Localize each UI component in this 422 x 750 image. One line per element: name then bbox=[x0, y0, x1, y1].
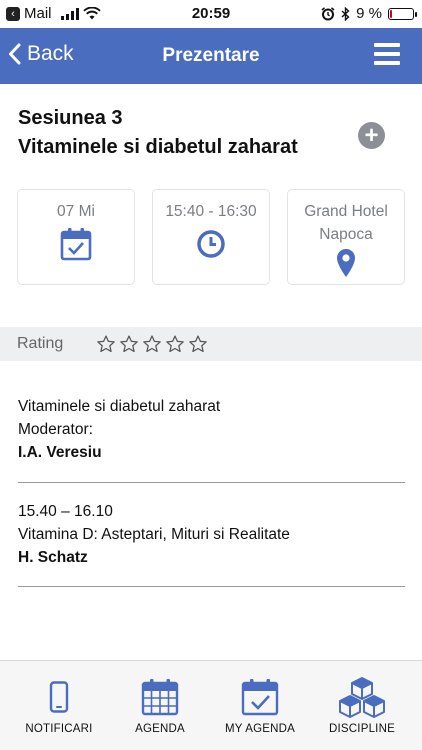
status-bar: ‹ Mail 20:59 9 % bbox=[0, 0, 422, 28]
status-right: 9 % bbox=[321, 5, 417, 22]
session-number: Sesiunea 3 bbox=[18, 107, 123, 129]
hamburger-menu-icon[interactable] bbox=[374, 43, 400, 65]
bluetooth-icon bbox=[341, 6, 350, 21]
divider bbox=[18, 482, 405, 483]
calendar-check-icon bbox=[60, 228, 92, 261]
location-line2: Napoca bbox=[319, 226, 373, 243]
talk-item[interactable]: 15.40 – 16.10 Vitamina D: Asteptari, Mit… bbox=[18, 500, 405, 569]
tab-agenda[interactable]: AGENDA bbox=[110, 675, 210, 735]
tab-label: DISCIPLINE bbox=[329, 723, 395, 735]
rating-label: Rating bbox=[17, 335, 64, 352]
location-line1: Grand Hotel bbox=[304, 203, 388, 220]
cubes-icon bbox=[339, 677, 385, 718]
talk-title: Vitamina D: Asteptari, Mituri si Realita… bbox=[18, 526, 290, 543]
session-description: Vitaminele si diabetul zaharat Moderator… bbox=[18, 395, 405, 464]
moderator-label: Moderator: bbox=[18, 421, 93, 438]
talk-speaker: H. Schatz bbox=[18, 549, 88, 566]
star-icon[interactable] bbox=[96, 334, 116, 354]
clock-icon bbox=[197, 230, 225, 258]
star-icon[interactable] bbox=[119, 334, 139, 354]
page-title: Prezentare bbox=[162, 45, 260, 66]
bottom-tab-bar: NOTIFICARI AGENDA MY AGENDA DISCIPLINE bbox=[0, 660, 422, 750]
tab-label: MY AGENDA bbox=[225, 723, 295, 735]
description-title: Vitaminele si diabetul zaharat bbox=[18, 398, 221, 415]
rating-stars bbox=[96, 334, 208, 354]
map-pin-icon bbox=[337, 249, 355, 277]
add-to-agenda-button[interactable]: + bbox=[358, 122, 385, 149]
tab-notificari[interactable]: NOTIFICARI bbox=[9, 675, 109, 735]
calendar-icon bbox=[141, 679, 179, 716]
star-icon[interactable] bbox=[165, 334, 185, 354]
divider bbox=[18, 586, 405, 587]
star-icon[interactable] bbox=[188, 334, 208, 354]
moderator-name: I.A. Veresiu bbox=[18, 444, 102, 461]
nav-bar: Back Prezentare bbox=[0, 28, 422, 84]
calendar-check-icon bbox=[241, 679, 279, 716]
date-card: 07 Mi bbox=[17, 189, 135, 285]
battery-icon bbox=[388, 7, 417, 20]
location-text: Grand Hotel Napoca bbox=[288, 200, 404, 246]
battery-fill bbox=[390, 9, 392, 18]
rating-bar: Rating bbox=[0, 327, 422, 361]
tab-discipline[interactable]: DISCIPLINE bbox=[312, 675, 412, 735]
tab-label: NOTIFICARI bbox=[25, 723, 93, 735]
star-icon[interactable] bbox=[142, 334, 162, 354]
battery-percentage: 9 % bbox=[356, 5, 382, 22]
time-text: 15:40 - 16:30 bbox=[165, 203, 257, 220]
plus-icon: + bbox=[364, 122, 379, 149]
phone-icon bbox=[49, 681, 69, 713]
session-name: Vitaminele si diabetul zaharat bbox=[18, 136, 298, 158]
session-title: Sesiunea 3 Vitaminele si diabetul zahara… bbox=[18, 104, 298, 162]
location-card: Grand Hotel Napoca bbox=[287, 189, 405, 285]
tab-label: AGENDA bbox=[135, 723, 185, 735]
tab-my-agenda[interactable]: MY AGENDA bbox=[210, 675, 310, 735]
time-card: 15:40 - 16:30 bbox=[152, 189, 270, 285]
date-text: 07 Mi bbox=[57, 203, 95, 220]
talk-time: 15.40 – 16.10 bbox=[18, 503, 113, 520]
alarm-icon bbox=[321, 6, 335, 20]
